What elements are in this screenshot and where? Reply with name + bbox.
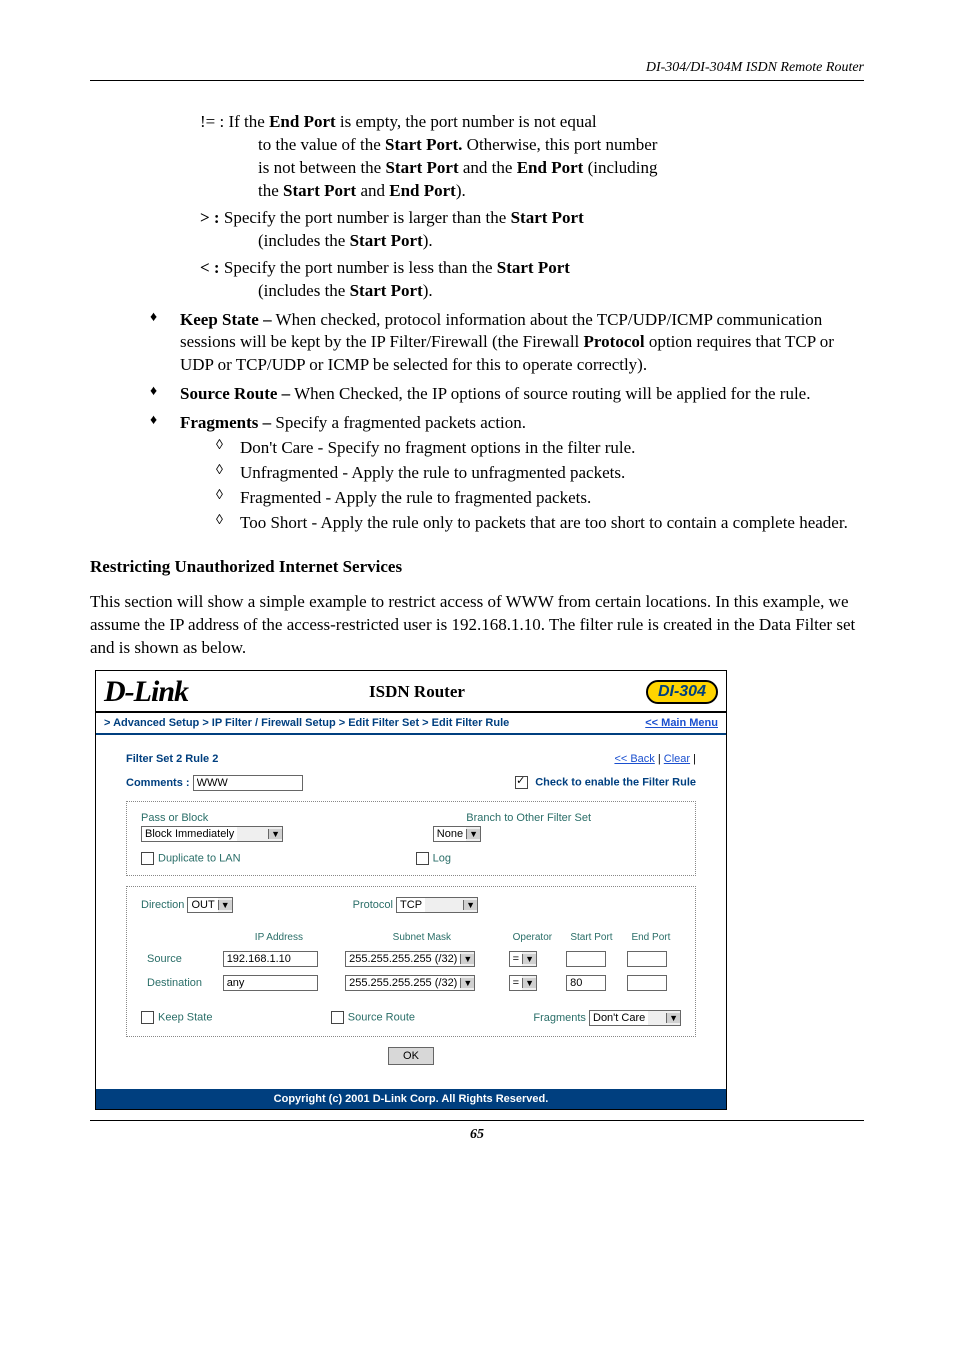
breadcrumb-bar: > Advanced Setup > IP Filter / Firewall … (96, 713, 726, 735)
fragments-label: Fragments (533, 1012, 586, 1024)
router-body: Filter Set 2 Rule 2 << Back | Clear | Co… (96, 735, 726, 1089)
log-label: Log (433, 852, 451, 864)
fragment-option: ◊Unfragmented - Apply the rule to unfrag… (216, 462, 854, 485)
router-title: ISDN Router (369, 682, 465, 702)
model-badge: DI-304 (646, 680, 718, 704)
diamond-icon: ♦ (150, 383, 180, 406)
breadcrumb: > Advanced Setup > IP Filter / Firewall … (104, 717, 509, 729)
source-route-label: Source Route (348, 1012, 415, 1024)
source-row: Source 255.255.255.255 (/32)▼ =▼ (143, 948, 679, 970)
page-header: DI-304/DI-304M ISDN Remote Router (90, 60, 864, 76)
col-op: Operator (505, 929, 560, 946)
clear-link[interactable]: Clear (664, 753, 690, 765)
col-ip: IP Address (219, 929, 339, 946)
title-row: Filter Set 2 Rule 2 << Back | Clear | (126, 753, 696, 765)
bullet-source-route: ♦ Source Route – When Checked, the IP op… (150, 383, 854, 406)
chevron-down-icon: ▼ (522, 954, 536, 964)
branch-select[interactable]: None▼ (433, 826, 481, 842)
source-eport-input[interactable] (627, 951, 667, 967)
duplicate-checkbox[interactable] (141, 852, 154, 865)
address-table: IP Address Subnet Mask Operator Start Po… (141, 927, 681, 996)
document-page: DI-304/DI-304M ISDN Remote Router != : I… (0, 0, 954, 1351)
comments-row: Comments : Check to enable the Filter Ru… (126, 775, 696, 791)
operator-neq: != : If the End Port is empty, the port … (200, 111, 854, 203)
dest-op-select[interactable]: =▼ (509, 975, 537, 991)
direction-label: Direction (141, 899, 184, 911)
source-sport-input[interactable] (566, 951, 606, 967)
protocol-select[interactable]: TCP▼ (396, 897, 478, 913)
enable-checkbox[interactable] (515, 776, 528, 789)
dest-mask-select[interactable]: 255.255.255.255 (/32)▼ (345, 975, 475, 991)
lozenge-icon: ◊ (216, 487, 240, 510)
keep-state-label: Keep State (158, 1012, 212, 1024)
dest-row: Destination 255.255.255.255 (/32)▼ =▼ (143, 972, 679, 994)
chevron-down-icon: ▼ (460, 978, 474, 988)
source-ip-input[interactable] (223, 951, 318, 967)
pass-block-box: Pass or Block Branch to Other Filter Set… (126, 801, 696, 876)
col-eport: End Port (623, 929, 679, 946)
pass-block-select[interactable]: Block Immediately▼ (141, 826, 283, 842)
bullet-list: ♦ Keep State – When checked, protocol in… (150, 309, 854, 535)
chevron-down-icon: ▼ (463, 900, 477, 910)
operator-definitions: != : If the End Port is empty, the port … (200, 111, 854, 303)
chevron-down-icon: ▼ (666, 1013, 680, 1023)
bullet-fragments: ♦ Fragments – Specify a fragmented packe… (150, 412, 854, 535)
main-menu-link[interactable]: << Main Menu (645, 717, 718, 729)
row-label: Source (143, 948, 217, 970)
row-label: Destination (143, 972, 217, 994)
paragraph: This section will show a simple example … (90, 591, 864, 660)
fragment-option: ◊Fragmented - Apply the rule to fragment… (216, 487, 854, 510)
chevron-down-icon: ▼ (268, 829, 282, 839)
lozenge-icon: ◊ (216, 512, 240, 535)
duplicate-label: Duplicate to LAN (158, 852, 241, 864)
rule-title: Filter Set 2 Rule 2 (126, 753, 218, 765)
section-heading: Restricting Unauthorized Internet Servic… (90, 557, 864, 577)
fragment-option: ◊Too Short - Apply the rule only to pack… (216, 512, 854, 535)
back-link[interactable]: << Back (614, 753, 654, 765)
table-header-row: IP Address Subnet Mask Operator Start Po… (143, 929, 679, 946)
lozenge-icon: ◊ (216, 437, 240, 460)
router-header: D-Link ISDN Router DI-304 (96, 671, 726, 709)
col-mask: Subnet Mask (341, 929, 503, 946)
fragments-select[interactable]: Don't Care▼ (589, 1010, 681, 1026)
dest-eport-input[interactable] (627, 975, 667, 991)
footer-rule (90, 1120, 864, 1121)
lozenge-icon: ◊ (216, 462, 240, 485)
keep-state-checkbox[interactable] (141, 1011, 154, 1024)
dest-sport-input[interactable] (566, 975, 606, 991)
page-number: 65 (90, 1127, 864, 1143)
comments-input[interactable] (193, 775, 303, 791)
source-mask-select[interactable]: 255.255.255.255 (/32)▼ (345, 951, 475, 967)
copyright-bar: Copyright (c) 2001 D-Link Corp. All Righ… (96, 1089, 726, 1109)
pass-block-label: Pass or Block (141, 812, 208, 824)
diamond-icon: ♦ (150, 309, 180, 378)
operator-gt: > : Specify the port number is larger th… (200, 207, 854, 253)
diamond-icon: ♦ (150, 412, 180, 535)
ok-button[interactable]: OK (388, 1047, 434, 1065)
operator-lt: < : Specify the port number is less than… (200, 257, 854, 303)
chevron-down-icon: ▼ (218, 900, 232, 910)
chevron-down-icon: ▼ (522, 978, 536, 988)
branch-label: Branch to Other Filter Set (466, 812, 591, 824)
bullet-keep-state: ♦ Keep State – When checked, protocol in… (150, 309, 854, 378)
filter-details-box: Direction OUT▼ Protocol TCP▼ IP Address … (126, 886, 696, 1037)
brand-logo: D-Link (104, 675, 188, 709)
col-sport: Start Port (562, 929, 621, 946)
protocol-label: Protocol (353, 899, 393, 911)
header-rule (90, 80, 864, 81)
log-checkbox[interactable] (416, 852, 429, 865)
router-ui: D-Link ISDN Router DI-304 > Advanced Set… (95, 670, 727, 1110)
chevron-down-icon: ▼ (466, 829, 480, 839)
fragment-option: ◊Don't Care - Specify no fragment option… (216, 437, 854, 460)
direction-select[interactable]: OUT▼ (187, 897, 232, 913)
source-op-select[interactable]: =▼ (509, 951, 537, 967)
comments-label: Comments : (126, 777, 190, 789)
chevron-down-icon: ▼ (460, 954, 474, 964)
source-route-checkbox[interactable] (331, 1011, 344, 1024)
dest-ip-input[interactable] (223, 975, 318, 991)
enable-label: Check to enable the Filter Rule (535, 777, 696, 789)
